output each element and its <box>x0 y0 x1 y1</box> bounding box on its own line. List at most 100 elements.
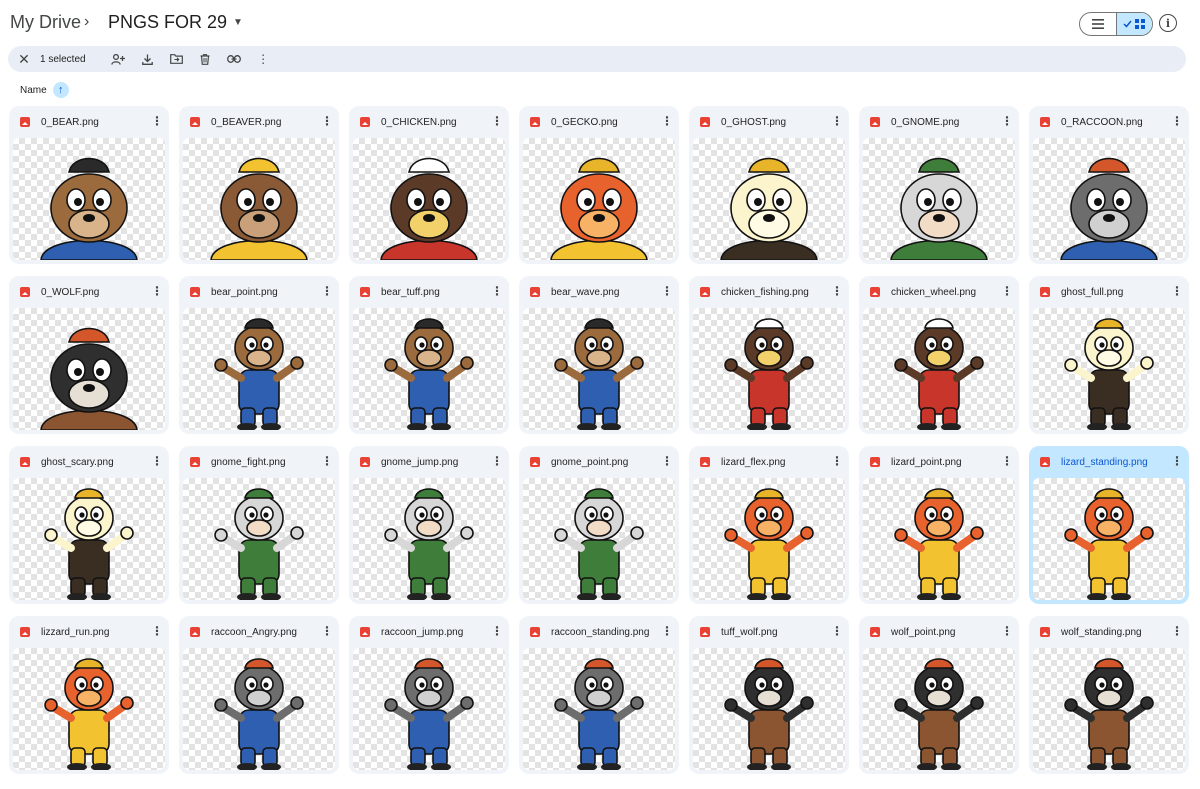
file-card[interactable]: 0_BEAVER.png ⋮ <box>179 106 339 264</box>
file-thumbnail[interactable] <box>523 138 675 260</box>
more-options-icon[interactable]: ⋮ <box>1171 455 1183 467</box>
more-options-icon[interactable]: ⋮ <box>151 285 163 297</box>
file-thumbnail[interactable] <box>13 478 165 600</box>
file-card[interactable]: 0_RACCOON.png ⋮ <box>1029 106 1189 264</box>
file-thumbnail[interactable] <box>693 138 845 260</box>
file-thumbnail[interactable] <box>523 648 675 770</box>
arrow-up-icon[interactable]: ↑ <box>52 82 69 98</box>
file-card[interactable]: chicken_fishing.png ⋮ <box>689 276 849 434</box>
file-card[interactable]: lizard_standing.png ⋮ <box>1029 446 1189 604</box>
file-thumbnail[interactable] <box>863 648 1015 770</box>
file-card[interactable]: 0_GHOST.png ⋮ <box>689 106 849 264</box>
grid-view-button[interactable] <box>1115 13 1152 35</box>
more-options-icon[interactable]: ⋮ <box>491 625 503 637</box>
trash-icon[interactable] <box>191 49 220 69</box>
file-card[interactable]: ghost_full.png ⋮ <box>1029 276 1189 434</box>
more-options-icon[interactable]: ⋮ <box>491 115 503 127</box>
more-options-icon[interactable]: ⋮ <box>1171 625 1183 637</box>
file-card[interactable]: bear_point.png ⋮ <box>179 276 339 434</box>
file-card-header: bear_wave.png ⋮ <box>519 276 679 308</box>
file-card[interactable]: raccoon_standing.png ⋮ <box>519 616 679 774</box>
file-card[interactable]: gnome_jump.png ⋮ <box>349 446 509 604</box>
file-card[interactable]: 0_GNOME.png ⋮ <box>859 106 1019 264</box>
file-thumbnail[interactable] <box>1033 308 1185 430</box>
file-thumbnail[interactable] <box>353 308 505 430</box>
more-options-icon[interactable]: ⋮ <box>151 115 163 127</box>
file-card[interactable]: raccoon_jump.png ⋮ <box>349 616 509 774</box>
clear-selection-icon[interactable]: ✕ <box>12 51 36 68</box>
file-thumbnail[interactable] <box>863 478 1015 600</box>
file-card[interactable]: wolf_point.png ⋮ <box>859 616 1019 774</box>
file-card[interactable]: tuff_wolf.png ⋮ <box>689 616 849 774</box>
sort-header[interactable]: Name ↑ <box>20 82 69 98</box>
more-options-icon[interactable]: ⋮ <box>661 455 673 467</box>
file-thumbnail[interactable] <box>693 478 845 600</box>
file-card[interactable]: bear_tuff.png ⋮ <box>349 276 509 434</box>
file-thumbnail[interactable] <box>353 648 505 770</box>
breadcrumb-my-drive[interactable]: My Drive <box>10 12 81 33</box>
file-thumbnail[interactable] <box>183 308 335 430</box>
file-thumbnail[interactable] <box>693 308 845 430</box>
file-thumbnail[interactable] <box>353 478 505 600</box>
file-thumbnail[interactable] <box>1033 648 1185 770</box>
file-card[interactable]: lizard_point.png ⋮ <box>859 446 1019 604</box>
file-thumbnail[interactable] <box>693 648 845 770</box>
file-thumbnail[interactable] <box>523 308 675 430</box>
list-view-button[interactable] <box>1080 13 1116 35</box>
download-icon[interactable] <box>133 49 162 69</box>
file-card[interactable]: 0_WOLF.png ⋮ <box>9 276 169 434</box>
image-file-icon <box>1040 117 1050 127</box>
file-thumbnail[interactable] <box>863 138 1015 260</box>
link-icon[interactable] <box>220 49 249 69</box>
file-thumbnail[interactable] <box>13 648 165 770</box>
file-thumbnail[interactable] <box>1033 478 1185 600</box>
more-options-icon[interactable]: ⋮ <box>491 455 503 467</box>
file-card[interactable]: 0_BEAR.png ⋮ <box>9 106 169 264</box>
more-options-icon[interactable]: ⋮ <box>1171 115 1183 127</box>
more-options-icon[interactable]: ⋮ <box>661 115 673 127</box>
share-icon[interactable] <box>104 49 133 69</box>
more-options-icon[interactable]: ⋮ <box>831 285 843 297</box>
more-options-icon[interactable]: ⋮ <box>321 625 333 637</box>
more-options-icon[interactable]: ⋮ <box>1171 285 1183 297</box>
breadcrumb-current-folder[interactable]: PNGS FOR 29 ▼ <box>108 12 243 33</box>
more-options-icon[interactable]: ⋮ <box>1001 285 1013 297</box>
more-options-icon[interactable]: ⋮ <box>661 285 673 297</box>
more-options-icon[interactable]: ⋮ <box>321 285 333 297</box>
file-thumbnail[interactable] <box>183 138 335 260</box>
file-thumbnail[interactable] <box>13 138 165 260</box>
more-options-icon[interactable]: ⋮ <box>831 115 843 127</box>
more-options-icon[interactable]: ⋮ <box>491 285 503 297</box>
file-thumbnail[interactable] <box>13 308 165 430</box>
file-thumbnail[interactable] <box>183 478 335 600</box>
file-card[interactable]: ghost_scary.png ⋮ <box>9 446 169 604</box>
file-card[interactable]: gnome_fight.png ⋮ <box>179 446 339 604</box>
file-thumbnail[interactable] <box>863 308 1015 430</box>
more-options-icon[interactable]: ⋮ <box>321 455 333 467</box>
more-options-icon[interactable]: ⋮ <box>1001 625 1013 637</box>
file-thumbnail[interactable] <box>183 648 335 770</box>
more-options-icon[interactable]: ⋮ <box>321 115 333 127</box>
move-to-folder-icon[interactable] <box>162 49 191 69</box>
file-thumbnail[interactable] <box>523 478 675 600</box>
file-card[interactable]: bear_wave.png ⋮ <box>519 276 679 434</box>
more-actions-icon[interactable]: ⋮ <box>249 49 278 69</box>
file-card[interactable]: gnome_point.png ⋮ <box>519 446 679 604</box>
file-card[interactable]: wolf_standing.png ⋮ <box>1029 616 1189 774</box>
file-card[interactable]: lizard_flex.png ⋮ <box>689 446 849 604</box>
more-options-icon[interactable]: ⋮ <box>1001 455 1013 467</box>
file-card[interactable]: 0_CHICKEN.png ⋮ <box>349 106 509 264</box>
file-card[interactable]: raccoon_Angry.png ⋮ <box>179 616 339 774</box>
more-options-icon[interactable]: ⋮ <box>661 625 673 637</box>
file-card[interactable]: chicken_wheel.png ⋮ <box>859 276 1019 434</box>
more-options-icon[interactable]: ⋮ <box>151 625 163 637</box>
file-card[interactable]: lizzard_run.png ⋮ <box>9 616 169 774</box>
file-thumbnail[interactable] <box>1033 138 1185 260</box>
info-icon[interactable]: i <box>1159 14 1177 32</box>
more-options-icon[interactable]: ⋮ <box>831 455 843 467</box>
file-card[interactable]: 0_GECKO.png ⋮ <box>519 106 679 264</box>
more-options-icon[interactable]: ⋮ <box>831 625 843 637</box>
file-thumbnail[interactable] <box>353 138 505 260</box>
more-options-icon[interactable]: ⋮ <box>151 455 163 467</box>
more-options-icon[interactable]: ⋮ <box>1001 115 1013 127</box>
